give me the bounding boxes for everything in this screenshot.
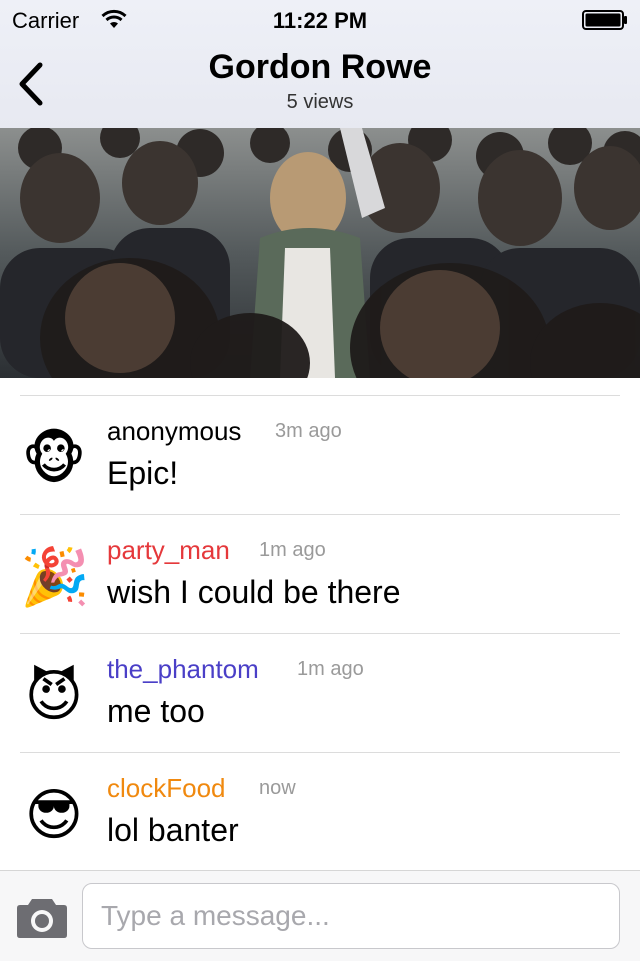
status-bar: Carrier 11:22 PM — [0, 0, 640, 40]
sunglasses-face-icon: 😎 — [24, 783, 84, 846]
page-title: Gordon Rowe — [208, 48, 432, 86]
message-text: wish I could be there — [107, 574, 401, 610]
divider — [20, 752, 620, 753]
message-input[interactable] — [82, 883, 620, 949]
message-username[interactable]: party_man — [107, 535, 230, 566]
hero-image — [0, 128, 640, 378]
smiling-devil-icon: 😈 — [24, 664, 84, 727]
message-time: 1m ago — [297, 658, 364, 680]
divider — [20, 514, 620, 515]
crowd-photo — [0, 128, 640, 378]
battery-icon — [582, 10, 627, 30]
message-time: now — [259, 777, 296, 799]
message-input-bar — [0, 870, 640, 961]
message-username[interactable]: the_phantom — [107, 654, 259, 685]
message-time: 1m ago — [259, 539, 326, 561]
view-count: 5 views — [286, 91, 354, 113]
camera-icon — [17, 899, 67, 938]
divider — [20, 633, 620, 634]
status-time: 11:22 PM — [272, 8, 368, 33]
message-username[interactable]: anonymous — [107, 416, 241, 447]
message-list: 🐵 anonymous 3m ago Epic! 🎉 party_man 1m … — [0, 378, 640, 870]
camera-button[interactable] — [16, 895, 68, 939]
message-text: Epic! — [107, 455, 179, 491]
message-text: me too — [107, 693, 205, 729]
divider — [20, 395, 620, 396]
message-username[interactable]: clockFood — [107, 773, 226, 804]
party-popper-icon: 🎉 — [20, 545, 90, 608]
monkey-face-icon: 🐵 — [21, 427, 87, 490]
message-time: 3m ago — [275, 420, 342, 442]
message-text: lol banter — [107, 812, 239, 848]
